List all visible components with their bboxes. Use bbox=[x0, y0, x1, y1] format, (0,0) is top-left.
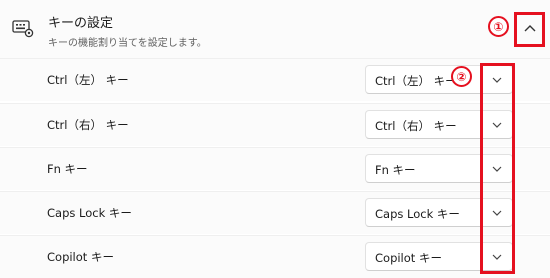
annotation-box-2 bbox=[480, 63, 515, 274]
keyboard-gear-icon bbox=[12, 20, 34, 38]
row-label: Fn キー bbox=[47, 162, 88, 176]
select-value: Fn キー bbox=[375, 163, 416, 177]
select-value: Ctrl（右） キー bbox=[375, 119, 457, 133]
select-value: Copilot キー bbox=[375, 251, 442, 265]
select-value: Ctrl（左） キー bbox=[375, 74, 457, 88]
row-label: Ctrl（右） キー bbox=[47, 118, 129, 132]
select-value: Caps Lock キー bbox=[375, 207, 460, 221]
row-label: Ctrl（左） キー bbox=[47, 73, 129, 87]
key-row-caps-lock: Caps Lock キー Caps Lock キー bbox=[0, 191, 550, 234]
annotation-marker-2: ② bbox=[451, 66, 472, 87]
row-label: Copilot キー bbox=[47, 250, 114, 264]
settings-description: キーの機能割り当てを設定します。 bbox=[48, 38, 207, 49]
keys-settings-header[interactable]: キーの設定 キーの機能割り当てを設定します。 bbox=[0, 0, 550, 59]
key-row-ctrl-right: Ctrl（右） キー Ctrl（右） キー bbox=[0, 103, 550, 146]
annotation-box-1 bbox=[514, 12, 545, 47]
key-row-fn: Fn キー Fn キー bbox=[0, 147, 550, 190]
row-label: Caps Lock キー bbox=[47, 206, 132, 220]
annotation-marker-1: ① bbox=[488, 16, 509, 37]
key-row-copilot: Copilot キー Copilot キー bbox=[0, 235, 550, 278]
settings-title: キーの設定 bbox=[48, 16, 114, 31]
